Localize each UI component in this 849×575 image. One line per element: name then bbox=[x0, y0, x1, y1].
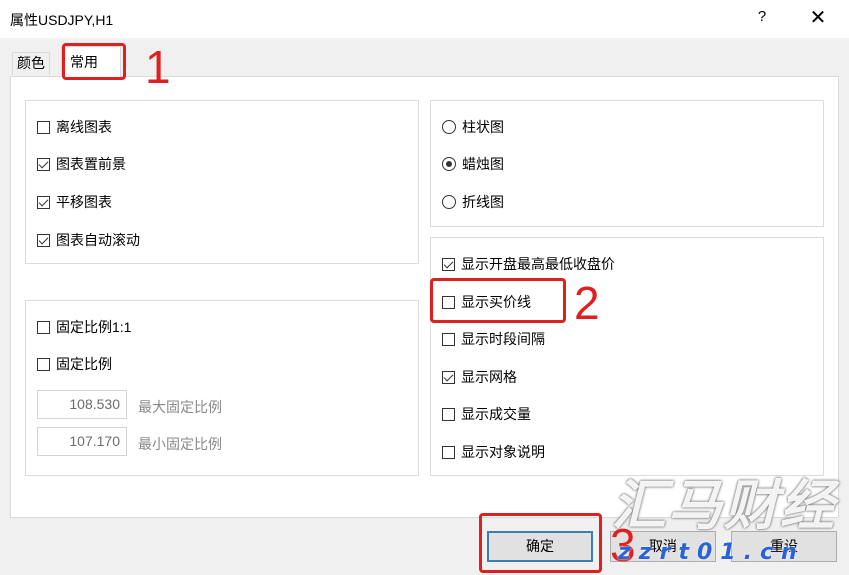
bar-chart-radio[interactable]: 柱状图 bbox=[442, 117, 504, 137]
annotation-box-ask-line bbox=[430, 278, 566, 323]
radio-label: 蜡烛图 bbox=[462, 156, 504, 172]
title-bar: 属性USDJPY,H1 ? ✕ bbox=[0, 0, 849, 38]
checkbox-label: 显示网格 bbox=[461, 369, 517, 385]
checkbox-box bbox=[37, 233, 50, 247]
checkbox-box bbox=[37, 120, 50, 134]
show-period-separators-checkbox[interactable]: 显示时段间隔 bbox=[442, 329, 545, 349]
checkbox-box bbox=[37, 157, 50, 171]
checkbox-box bbox=[442, 445, 455, 459]
checkbox-label: 固定比例1:1 bbox=[56, 319, 132, 335]
min-fixed-scale-label: 最小固定比例 bbox=[138, 436, 222, 452]
fixed-scale-1-1-checkbox[interactable]: 固定比例1:1 bbox=[37, 317, 131, 337]
checkbox-label: 显示开盘最高最低收盘价 bbox=[461, 256, 615, 272]
tab-colors[interactable]: 颜色 bbox=[12, 52, 50, 75]
checkbox-label: 平移图表 bbox=[56, 194, 112, 210]
max-fixed-scale-label: 最大固定比例 bbox=[138, 399, 222, 415]
checkbox-label: 显示时段间隔 bbox=[461, 331, 545, 347]
checkbox-label: 图表置前景 bbox=[56, 156, 126, 172]
checkbox-box bbox=[37, 320, 50, 334]
checkbox-label: 离线图表 bbox=[56, 119, 112, 135]
checkbox-box bbox=[442, 407, 455, 421]
help-button[interactable]: ? bbox=[752, 8, 772, 30]
min-fixed-scale-input[interactable]: 107.170 bbox=[37, 427, 127, 456]
show-grid-checkbox[interactable]: 显示网格 bbox=[442, 367, 517, 387]
radio-circle bbox=[442, 195, 456, 209]
annotation-box-tab bbox=[62, 43, 126, 80]
fixed-scale-checkbox[interactable]: 固定比例 bbox=[37, 354, 112, 374]
annotation-number-2: 2 bbox=[574, 277, 600, 329]
checkbox-box bbox=[37, 357, 50, 371]
max-fixed-scale-input[interactable]: 108.530 bbox=[37, 390, 127, 419]
checkbox-label: 图表自动滚动 bbox=[56, 232, 140, 248]
chart-autoscroll-checkbox[interactable]: 图表自动滚动 bbox=[37, 230, 140, 250]
window-title: 属性USDJPY,H1 bbox=[10, 12, 114, 28]
line-chart-radio[interactable]: 折线图 bbox=[442, 192, 504, 212]
offline-chart-checkbox[interactable]: 离线图表 bbox=[37, 117, 112, 137]
tab-colors-label: 颜色 bbox=[17, 55, 45, 71]
checkbox-box bbox=[442, 332, 455, 346]
candlestick-chart-radio[interactable]: 蜡烛图 bbox=[442, 154, 504, 174]
checkbox-label: 显示成交量 bbox=[461, 406, 531, 422]
show-ohlc-checkbox[interactable]: 显示开盘最高最低收盘价 bbox=[442, 254, 615, 274]
radio-label: 折线图 bbox=[462, 194, 504, 210]
annotation-box-ok bbox=[479, 513, 602, 573]
checkbox-box bbox=[442, 257, 455, 271]
chart-shift-checkbox[interactable]: 平移图表 bbox=[37, 192, 112, 212]
annotation-number-1: 1 bbox=[145, 41, 171, 93]
checkbox-label: 固定比例 bbox=[56, 356, 112, 372]
chart-foreground-checkbox[interactable]: 图表置前景 bbox=[37, 154, 126, 174]
checkbox-box bbox=[37, 195, 50, 209]
show-object-descriptions-checkbox[interactable]: 显示对象说明 bbox=[442, 442, 545, 462]
radio-label: 柱状图 bbox=[462, 119, 504, 135]
watermark-logo: 汇马财经 bbox=[612, 474, 836, 537]
watermark-url: zzrt01.cn bbox=[618, 540, 805, 565]
radio-circle bbox=[442, 120, 456, 134]
close-button[interactable]: ✕ bbox=[805, 5, 831, 31]
radio-circle bbox=[442, 157, 456, 171]
show-volume-checkbox[interactable]: 显示成交量 bbox=[442, 404, 531, 424]
checkbox-box bbox=[442, 370, 455, 384]
checkbox-label: 显示对象说明 bbox=[461, 444, 545, 460]
